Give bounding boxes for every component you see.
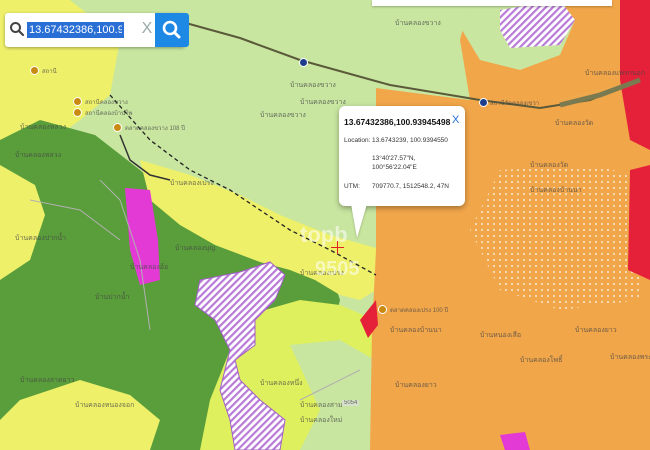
poi-icon[interactable] <box>30 66 39 75</box>
map-label: บ้านคลองพระ <box>610 354 650 361</box>
poi-label: สถานี <box>42 69 57 75</box>
search-button[interactable] <box>155 13 189 47</box>
map-label: บ้านคลองขวาง <box>260 112 306 119</box>
train-station-icon[interactable] <box>299 58 308 67</box>
top-toolbar <box>372 0 612 6</box>
location-marker <box>331 241 344 254</box>
map-label: บ้านคลองโพธิ์ <box>520 357 563 364</box>
map-label: บ้านคลองบุญ <box>175 245 216 252</box>
map-label: บ้านคลองบ้านนา <box>530 187 582 194</box>
search-icon <box>10 22 25 37</box>
map-label: บ้านคลองใหม่ <box>300 417 343 424</box>
map-label: บ้านคลองเปรง <box>170 180 214 187</box>
road-number-label: 5054 <box>342 400 360 406</box>
map-label: บ้านคลองหลวง <box>20 124 67 131</box>
map-label: บ้านคลองปากน้ำ <box>15 235 67 242</box>
location-label: Location: <box>344 137 371 144</box>
map-label: บ้านคลองวัด <box>555 120 594 127</box>
zone-magenta-south <box>500 432 530 450</box>
location-dms-lat: 13°40'27.57"N, <box>372 155 416 162</box>
map-label: บ้านคลองขวาง <box>395 20 441 27</box>
train-station-icon[interactable] <box>479 98 488 107</box>
map-label: บ้านคลองแพรกนอก <box>585 70 646 77</box>
utm-label: UTM: <box>344 183 360 190</box>
map-label: บ้านคลองหลวง <box>15 152 62 159</box>
map-label: บ้านคลองหนึ่ง <box>260 380 303 387</box>
zone-red-east <box>628 165 650 280</box>
location-popup: 13.67432386,100.93945498 X Location: 13.… <box>339 106 465 238</box>
map-label: บ้านคลองขวาง <box>300 99 346 106</box>
map-label: บ้านคลองยาว <box>575 327 617 334</box>
poi-icon[interactable] <box>113 123 122 132</box>
map-label: บ้านคลองหนองจอก <box>75 402 135 409</box>
poi-label: สถานีคลองขวาง <box>85 100 128 106</box>
map-label: บ้านคลองบ้านนา <box>390 327 442 334</box>
map-label: บ้านคลองลาดยาว <box>20 377 75 384</box>
search-icon <box>162 20 181 39</box>
location-decimal: 13.6743239, 100.9394550 <box>372 137 448 144</box>
poi-label: ตลาดคลองขวาง 108 ปี <box>125 126 185 132</box>
map-label: บ้านคลองยาว <box>395 382 437 389</box>
utm-value: 709770.7, 1512548.2, 47N <box>372 183 449 190</box>
popup-title: 13.67432386,100.93945498 <box>344 117 451 127</box>
poi-label: สถานีวัดคลองเขวา <box>490 101 540 107</box>
poi-icon[interactable] <box>73 108 82 117</box>
poi-icon[interactable] <box>378 305 387 314</box>
popup-close-button[interactable]: X <box>452 114 459 126</box>
map-label: บ้านคลองขวาง <box>290 82 336 89</box>
clear-search-icon[interactable]: X <box>140 20 154 38</box>
map-label: บ้านปากน้ำ <box>95 294 130 301</box>
map-label: บ้านคลองวัด <box>530 162 569 169</box>
watermark-text: 9505 <box>315 258 360 280</box>
poi-label: สถานีคลองบ้านโพ <box>85 111 133 117</box>
map-label: บ้านคลองอ้อ <box>130 264 169 271</box>
search-input[interactable] <box>27 22 124 38</box>
poi-icon[interactable] <box>73 97 82 106</box>
location-dms-lon: 100°56'22.04"E <box>372 164 417 171</box>
popup-pointer <box>351 204 367 238</box>
poi-label: ตลาดคลองเปรง 100 ปี <box>390 308 449 314</box>
search-box: X <box>5 13 189 47</box>
map-label: บ้านคลองสาม <box>300 402 343 409</box>
map-label: บ้านหนองเสือ <box>480 332 522 339</box>
